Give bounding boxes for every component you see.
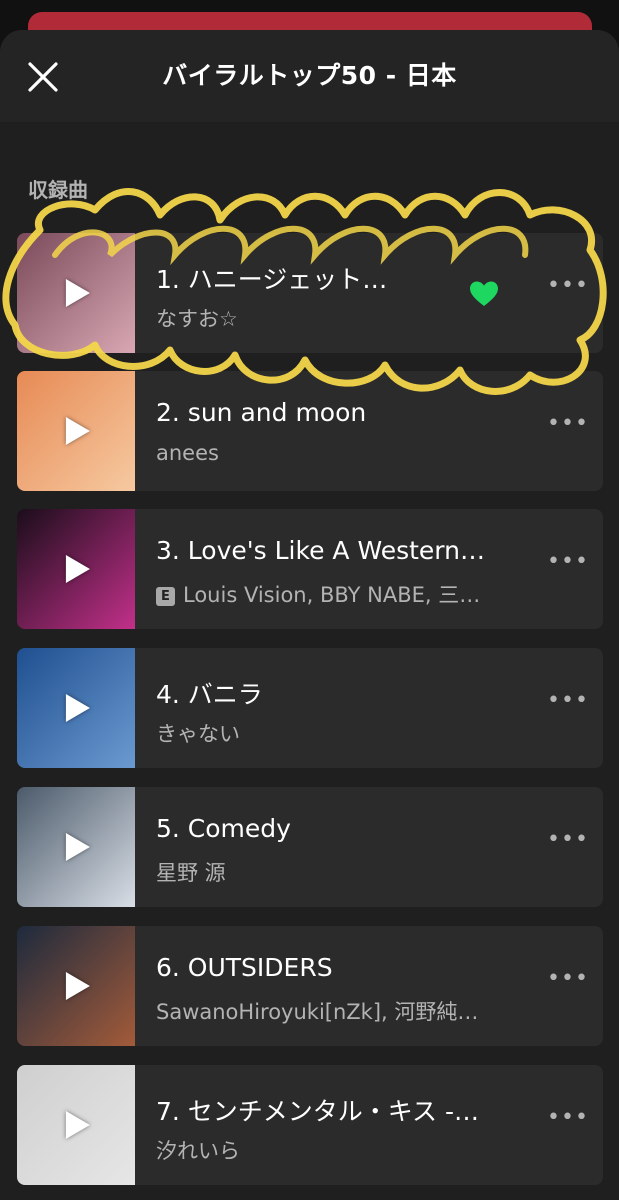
- play-icon[interactable]: [65, 972, 90, 1000]
- artist-name: 汐れいら: [156, 1139, 240, 1163]
- artist-name: きゃない: [156, 722, 240, 746]
- more-options-icon[interactable]: •••: [547, 1107, 588, 1141]
- track-artist: 星野 源: [156, 857, 506, 887]
- track-row[interactable]: 1. ハニージェット… なすお☆ •••: [17, 233, 603, 353]
- more-options-icon[interactable]: •••: [547, 968, 588, 1002]
- album-cover[interactable]: [17, 787, 135, 907]
- more-options-icon[interactable]: •••: [547, 413, 588, 447]
- track-artist: E Louis Vision, BBY NABE, 三…: [156, 579, 506, 609]
- artist-name: Louis Vision, BBY NABE, 三…: [183, 583, 481, 607]
- artist-name: SawanoHiroyuki[nZk], 河野純…: [156, 1000, 479, 1024]
- track-row[interactable]: 7. センチメンタル・キス -… 汐れいら •••: [17, 1065, 603, 1185]
- track-title: 6. OUTSIDERS: [156, 953, 333, 982]
- album-cover[interactable]: [17, 233, 135, 353]
- track-row[interactable]: 4. バニラきゃない •••: [17, 648, 603, 768]
- track-artist: anees: [156, 441, 506, 465]
- play-icon[interactable]: [65, 1111, 90, 1139]
- more-options-icon[interactable]: •••: [547, 551, 588, 585]
- artist-name: 星野 源: [156, 861, 226, 885]
- play-icon[interactable]: [65, 694, 90, 722]
- track-artist: なすお☆: [156, 303, 506, 333]
- more-options-icon[interactable]: •••: [547, 275, 588, 309]
- play-icon[interactable]: [65, 279, 90, 307]
- track-title: 7. センチメンタル・キス -…: [156, 1097, 480, 1126]
- album-cover[interactable]: [17, 509, 135, 629]
- track-artist: SawanoHiroyuki[nZk], 河野純…: [156, 996, 506, 1026]
- track-title: 1. ハニージェット…: [156, 265, 388, 294]
- album-cover[interactable]: [17, 1065, 135, 1185]
- track-title: 3. Love's Like A Western…: [156, 536, 485, 565]
- track-row[interactable]: 6. OUTSIDERS SawanoHiroyuki[nZk], 河野純… •••: [17, 926, 603, 1046]
- track-artist: きゃない: [156, 718, 506, 748]
- play-icon[interactable]: [65, 833, 90, 861]
- artist-name: なすお☆: [156, 307, 238, 331]
- liked-heart-icon[interactable]: [469, 280, 499, 308]
- track-artist: 汐れいら: [156, 1135, 506, 1165]
- track-row[interactable]: 2. sun and moon anees •••: [17, 371, 603, 491]
- album-cover[interactable]: [17, 648, 135, 768]
- explicit-badge: E: [156, 587, 175, 606]
- more-options-icon[interactable]: •••: [547, 690, 588, 724]
- page-title: バイラルトップ50 - 日本: [162, 61, 457, 90]
- more-options-icon[interactable]: •••: [547, 829, 588, 863]
- artist-name: anees: [156, 441, 219, 465]
- play-icon[interactable]: [65, 555, 90, 583]
- album-cover[interactable]: [17, 926, 135, 1046]
- track-title: 4. バニラ: [156, 680, 263, 709]
- play-icon[interactable]: [65, 417, 90, 445]
- track-title: 5. Comedy: [156, 814, 291, 843]
- track-title: 2. sun and moon: [156, 398, 367, 427]
- section-label: 収録曲: [28, 178, 88, 202]
- track-row[interactable]: 3. Love's Like A Western… E Louis Vision, …: [17, 509, 603, 629]
- track-row[interactable]: 5. Comedy 星野 源 •••: [17, 787, 603, 907]
- album-cover[interactable]: [17, 371, 135, 491]
